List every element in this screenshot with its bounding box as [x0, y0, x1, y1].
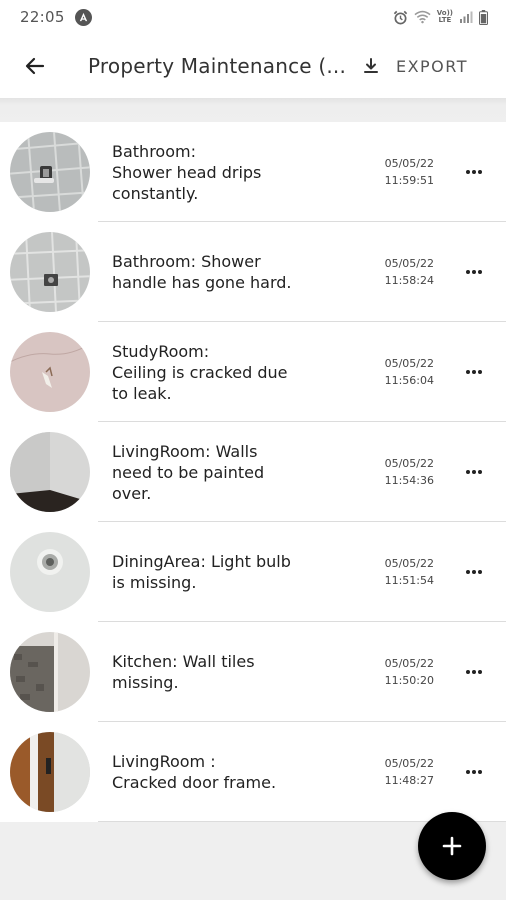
- issue-description: Kitchen: Wall tiles missing.: [112, 622, 302, 722]
- shower-handle-photo: [10, 232, 90, 312]
- issue-description: LivingRoom : Cracked door frame.: [112, 722, 302, 822]
- status-left: 22:05: [20, 8, 92, 26]
- more-options-button[interactable]: [456, 358, 492, 386]
- issue-thumbnail: [10, 332, 90, 412]
- issue-date: 05/05/22: [384, 357, 434, 370]
- issue-description: Bathroom: Shower head drips constantly.: [112, 122, 302, 222]
- status-time: 22:05: [20, 8, 65, 26]
- issue-date: 05/05/22: [384, 657, 434, 670]
- signal-icon: [460, 11, 473, 23]
- issue-date: 05/05/22: [384, 457, 434, 470]
- volte-indicator: Vo)) LTE: [437, 10, 453, 24]
- status-right: Vo)) LTE: [393, 9, 488, 25]
- more-horizontal-icon: [466, 470, 482, 474]
- issue-date: 05/05/22: [384, 157, 434, 170]
- issue-description: Bathroom: Shower handle has gone hard.: [112, 222, 302, 322]
- issue-thumbnail: [10, 432, 90, 512]
- more-options-button[interactable]: [456, 758, 492, 786]
- volte-bottom-label: LTE: [438, 16, 452, 24]
- issue-thumbnail: [10, 632, 90, 712]
- list-item[interactable]: DiningArea: Light bulb is missing. 05/05…: [0, 522, 506, 622]
- issue-description: LivingRoom: Walls need to be painted ove…: [112, 422, 302, 522]
- missing-tiles-photo: [10, 632, 90, 712]
- more-horizontal-icon: [466, 270, 482, 274]
- issue-timestamp: 05/05/22 11:58:24: [366, 222, 434, 322]
- wifi-icon: [414, 10, 431, 24]
- issue-description: StudyRoom: Ceiling is cracked due to lea…: [112, 322, 302, 422]
- app-notification-icon: [74, 8, 92, 26]
- shower-head-photo: [10, 132, 90, 212]
- issue-timestamp: 05/05/22 11:48:27: [366, 722, 434, 822]
- issue-list: Bathroom: Shower head drips constantly. …: [0, 122, 506, 822]
- more-horizontal-icon: [466, 370, 482, 374]
- more-horizontal-icon: [466, 170, 482, 174]
- download-icon: [363, 58, 378, 73]
- back-button[interactable]: [0, 34, 70, 98]
- plus-icon: [442, 836, 462, 856]
- issue-time: 11:56:04: [384, 374, 434, 387]
- more-horizontal-icon: [466, 770, 482, 774]
- issue-date: 05/05/22: [384, 557, 434, 570]
- app-bar: Property Maintenance (... EXPORT: [0, 34, 506, 98]
- issue-text: DiningArea: Light bulb is missing.: [112, 552, 291, 592]
- wall-corner-photo: [10, 432, 90, 512]
- issue-time: 11:50:20: [384, 674, 434, 687]
- status-bar: 22:05 Vo)) LTE: [0, 0, 506, 34]
- more-options-button[interactable]: [456, 258, 492, 286]
- list-item[interactable]: LivingRoom : Cracked door frame. 05/05/2…: [0, 722, 506, 822]
- issue-text: Bathroom: Shower handle has gone hard.: [112, 252, 292, 292]
- page-title: Property Maintenance (...: [88, 54, 346, 78]
- issue-time: 11:51:54: [384, 574, 434, 587]
- issue-thumbnail: [10, 732, 90, 812]
- issue-timestamp: 05/05/22 11:54:36: [366, 422, 434, 522]
- list-item[interactable]: LivingRoom: Walls need to be painted ove…: [0, 422, 506, 522]
- issue-timestamp: 05/05/22 11:51:54: [366, 522, 434, 622]
- issue-text: Kitchen: Wall tiles missing.: [112, 652, 255, 692]
- issue-thumbnail: [10, 232, 90, 312]
- list-item[interactable]: Kitchen: Wall tiles missing. 05/05/22 11…: [0, 622, 506, 722]
- list-item[interactable]: StudyRoom: Ceiling is cracked due to lea…: [0, 322, 506, 422]
- issue-text: Bathroom: Shower head drips constantly.: [112, 141, 262, 203]
- more-horizontal-icon: [466, 570, 482, 574]
- list-top-spacer: [0, 98, 506, 122]
- more-horizontal-icon: [466, 670, 482, 674]
- cracked-ceiling-photo: [10, 332, 90, 412]
- empty-light-socket-photo: [10, 532, 90, 612]
- add-issue-button[interactable]: [418, 812, 486, 880]
- issue-description: DiningArea: Light bulb is missing.: [112, 522, 302, 622]
- arrow-left-icon: [25, 57, 45, 75]
- list-item[interactable]: Bathroom: Shower head drips constantly. …: [0, 122, 506, 222]
- issue-date: 05/05/22: [384, 757, 434, 770]
- issue-text: StudyRoom: Ceiling is cracked due to lea…: [112, 341, 288, 403]
- issue-time: 11:54:36: [384, 474, 434, 487]
- export-label: EXPORT: [395, 56, 468, 76]
- issue-timestamp: 05/05/22 11:59:51: [366, 122, 434, 222]
- more-options-button[interactable]: [456, 158, 492, 186]
- list-item[interactable]: Bathroom: Shower handle has gone hard. 0…: [0, 222, 506, 322]
- more-options-button[interactable]: [456, 558, 492, 586]
- issue-text: LivingRoom: Walls need to be painted ove…: [112, 441, 265, 503]
- door-frame-photo: [10, 732, 90, 812]
- issue-time: 11:58:24: [384, 274, 434, 287]
- alarm-icon: [393, 10, 407, 24]
- issue-thumbnail: [10, 132, 90, 212]
- issue-text: LivingRoom : Cracked door frame.: [112, 752, 277, 792]
- issue-date: 05/05/22: [384, 257, 434, 270]
- more-options-button[interactable]: [456, 658, 492, 686]
- issue-time: 11:59:51: [384, 174, 434, 187]
- issue-time: 11:48:27: [384, 774, 434, 787]
- issue-timestamp: 05/05/22 11:56:04: [366, 322, 434, 422]
- issue-timestamp: 05/05/22 11:50:20: [366, 622, 434, 722]
- issue-thumbnail: [10, 532, 90, 612]
- more-options-button[interactable]: [456, 458, 492, 486]
- export-button[interactable]: EXPORT: [346, 34, 506, 98]
- battery-icon: [479, 9, 488, 25]
